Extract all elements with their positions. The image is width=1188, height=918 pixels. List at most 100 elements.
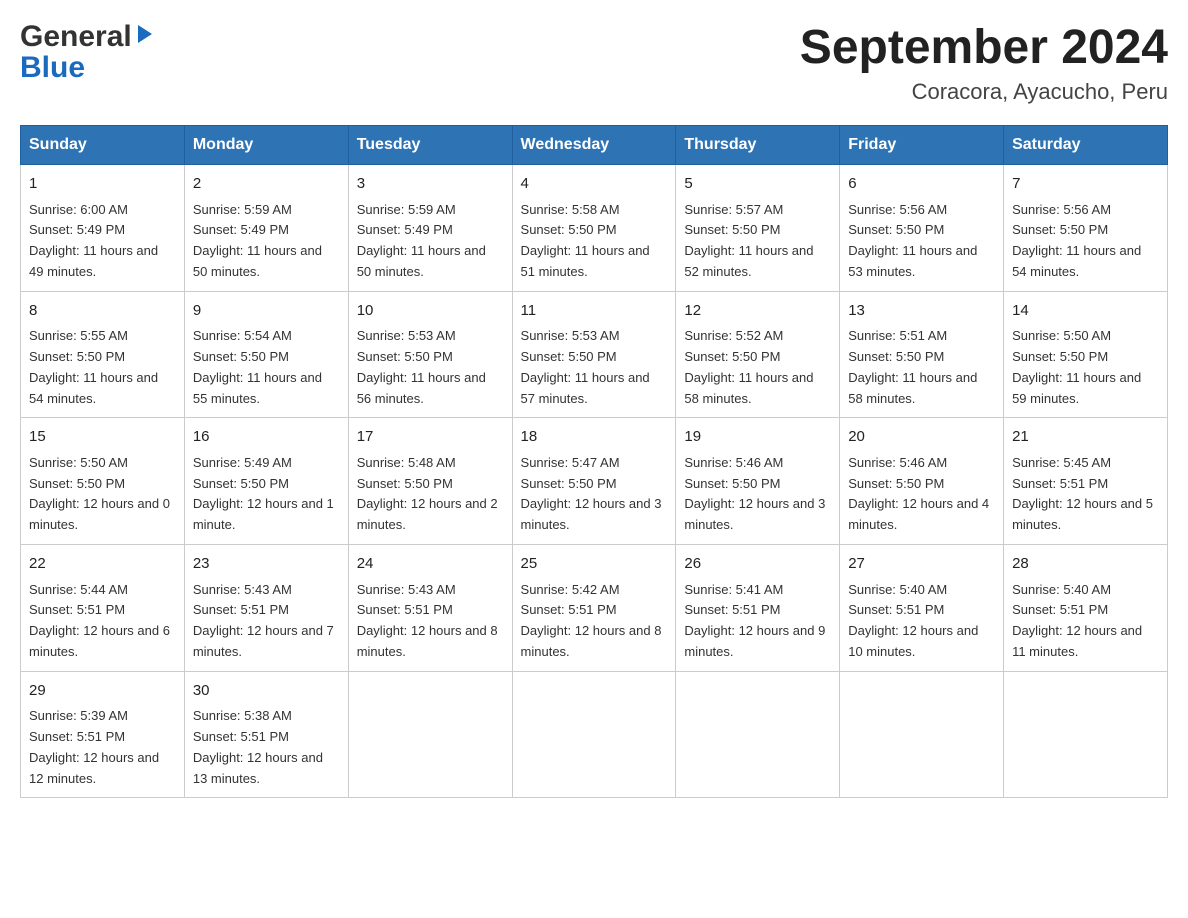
day-info: Sunrise: 5:42 AM Sunset: 5:51 PM Dayligh… xyxy=(521,580,668,663)
logo: General Blue xyxy=(20,20,156,85)
day-info: Sunrise: 5:47 AM Sunset: 5:50 PM Dayligh… xyxy=(521,453,668,536)
day-info: Sunrise: 5:44 AM Sunset: 5:51 PM Dayligh… xyxy=(29,580,176,663)
day-number: 8 xyxy=(29,300,176,323)
table-row: 20 Sunrise: 5:46 AM Sunset: 5:50 PM Dayl… xyxy=(840,418,1004,545)
day-number: 27 xyxy=(848,553,995,576)
day-number: 17 xyxy=(357,426,504,449)
page-header: General Blue September 2024 Coracora, Ay… xyxy=(20,20,1168,105)
table-row: 8 Sunrise: 5:55 AM Sunset: 5:50 PM Dayli… xyxy=(21,291,185,418)
day-info: Sunrise: 5:51 AM Sunset: 5:50 PM Dayligh… xyxy=(848,326,995,409)
calendar-subtitle: Coracora, Ayacucho, Peru xyxy=(800,79,1168,105)
table-row xyxy=(840,671,1004,798)
day-number: 1 xyxy=(29,173,176,196)
table-row: 10 Sunrise: 5:53 AM Sunset: 5:50 PM Dayl… xyxy=(348,291,512,418)
day-number: 26 xyxy=(684,553,831,576)
table-row: 6 Sunrise: 5:56 AM Sunset: 5:50 PM Dayli… xyxy=(840,165,1004,292)
table-row: 29 Sunrise: 5:39 AM Sunset: 5:51 PM Dayl… xyxy=(21,671,185,798)
day-info: Sunrise: 5:43 AM Sunset: 5:51 PM Dayligh… xyxy=(193,580,340,663)
day-info: Sunrise: 5:45 AM Sunset: 5:51 PM Dayligh… xyxy=(1012,453,1159,536)
table-row: 4 Sunrise: 5:58 AM Sunset: 5:50 PM Dayli… xyxy=(512,165,676,292)
day-number: 12 xyxy=(684,300,831,323)
day-number: 19 xyxy=(684,426,831,449)
day-number: 10 xyxy=(357,300,504,323)
header-monday: Monday xyxy=(184,126,348,165)
table-row: 18 Sunrise: 5:47 AM Sunset: 5:50 PM Dayl… xyxy=(512,418,676,545)
day-info: Sunrise: 5:39 AM Sunset: 5:51 PM Dayligh… xyxy=(29,706,176,789)
table-row: 2 Sunrise: 5:59 AM Sunset: 5:49 PM Dayli… xyxy=(184,165,348,292)
table-row: 26 Sunrise: 5:41 AM Sunset: 5:51 PM Dayl… xyxy=(676,545,840,672)
day-number: 28 xyxy=(1012,553,1159,576)
table-row: 11 Sunrise: 5:53 AM Sunset: 5:50 PM Dayl… xyxy=(512,291,676,418)
day-number: 3 xyxy=(357,173,504,196)
table-row xyxy=(348,671,512,798)
table-row: 9 Sunrise: 5:54 AM Sunset: 5:50 PM Dayli… xyxy=(184,291,348,418)
table-row xyxy=(512,671,676,798)
day-number: 29 xyxy=(29,680,176,703)
day-number: 18 xyxy=(521,426,668,449)
calendar-header-row: Sunday Monday Tuesday Wednesday Thursday… xyxy=(21,126,1168,165)
logo-arrow-icon xyxy=(134,23,156,45)
day-number: 9 xyxy=(193,300,340,323)
table-row: 30 Sunrise: 5:38 AM Sunset: 5:51 PM Dayl… xyxy=(184,671,348,798)
day-info: Sunrise: 5:40 AM Sunset: 5:51 PM Dayligh… xyxy=(1012,580,1159,663)
calendar-table: Sunday Monday Tuesday Wednesday Thursday… xyxy=(20,125,1168,798)
day-number: 2 xyxy=(193,173,340,196)
day-info: Sunrise: 5:53 AM Sunset: 5:50 PM Dayligh… xyxy=(521,326,668,409)
day-number: 5 xyxy=(684,173,831,196)
day-number: 22 xyxy=(29,553,176,576)
day-number: 6 xyxy=(848,173,995,196)
day-number: 24 xyxy=(357,553,504,576)
day-info: Sunrise: 5:55 AM Sunset: 5:50 PM Dayligh… xyxy=(29,326,176,409)
day-number: 30 xyxy=(193,680,340,703)
logo-word-blue: Blue xyxy=(20,51,85,84)
table-row: 7 Sunrise: 5:56 AM Sunset: 5:50 PM Dayli… xyxy=(1004,165,1168,292)
day-info: Sunrise: 5:58 AM Sunset: 5:50 PM Dayligh… xyxy=(521,200,668,283)
header-tuesday: Tuesday xyxy=(348,126,512,165)
table-row: 1 Sunrise: 6:00 AM Sunset: 5:49 PM Dayli… xyxy=(21,165,185,292)
day-info: Sunrise: 6:00 AM Sunset: 5:49 PM Dayligh… xyxy=(29,200,176,283)
header-sunday: Sunday xyxy=(21,126,185,165)
table-row xyxy=(1004,671,1168,798)
day-info: Sunrise: 5:56 AM Sunset: 5:50 PM Dayligh… xyxy=(1012,200,1159,283)
header-friday: Friday xyxy=(840,126,1004,165)
table-row: 5 Sunrise: 5:57 AM Sunset: 5:50 PM Dayli… xyxy=(676,165,840,292)
table-row: 17 Sunrise: 5:48 AM Sunset: 5:50 PM Dayl… xyxy=(348,418,512,545)
day-info: Sunrise: 5:57 AM Sunset: 5:50 PM Dayligh… xyxy=(684,200,831,283)
table-row: 22 Sunrise: 5:44 AM Sunset: 5:51 PM Dayl… xyxy=(21,545,185,672)
day-info: Sunrise: 5:41 AM Sunset: 5:51 PM Dayligh… xyxy=(684,580,831,663)
day-number: 7 xyxy=(1012,173,1159,196)
calendar-title: September 2024 xyxy=(800,20,1168,75)
table-row: 3 Sunrise: 5:59 AM Sunset: 5:49 PM Dayli… xyxy=(348,165,512,292)
table-row: 19 Sunrise: 5:46 AM Sunset: 5:50 PM Dayl… xyxy=(676,418,840,545)
logo-word-general: General xyxy=(20,20,132,53)
day-number: 11 xyxy=(521,300,668,323)
table-row: 21 Sunrise: 5:45 AM Sunset: 5:51 PM Dayl… xyxy=(1004,418,1168,545)
table-row xyxy=(676,671,840,798)
day-number: 16 xyxy=(193,426,340,449)
header-thursday: Thursday xyxy=(676,126,840,165)
day-number: 15 xyxy=(29,426,176,449)
day-info: Sunrise: 5:40 AM Sunset: 5:51 PM Dayligh… xyxy=(848,580,995,663)
table-row: 27 Sunrise: 5:40 AM Sunset: 5:51 PM Dayl… xyxy=(840,545,1004,672)
day-info: Sunrise: 5:54 AM Sunset: 5:50 PM Dayligh… xyxy=(193,326,340,409)
day-info: Sunrise: 5:52 AM Sunset: 5:50 PM Dayligh… xyxy=(684,326,831,409)
day-number: 23 xyxy=(193,553,340,576)
day-number: 25 xyxy=(521,553,668,576)
table-row: 28 Sunrise: 5:40 AM Sunset: 5:51 PM Dayl… xyxy=(1004,545,1168,672)
day-number: 21 xyxy=(1012,426,1159,449)
day-number: 4 xyxy=(521,173,668,196)
table-row: 25 Sunrise: 5:42 AM Sunset: 5:51 PM Dayl… xyxy=(512,545,676,672)
day-info: Sunrise: 5:46 AM Sunset: 5:50 PM Dayligh… xyxy=(848,453,995,536)
day-info: Sunrise: 5:59 AM Sunset: 5:49 PM Dayligh… xyxy=(193,200,340,283)
day-info: Sunrise: 5:53 AM Sunset: 5:50 PM Dayligh… xyxy=(357,326,504,409)
day-info: Sunrise: 5:46 AM Sunset: 5:50 PM Dayligh… xyxy=(684,453,831,536)
day-number: 14 xyxy=(1012,300,1159,323)
day-info: Sunrise: 5:49 AM Sunset: 5:50 PM Dayligh… xyxy=(193,453,340,536)
day-info: Sunrise: 5:38 AM Sunset: 5:51 PM Dayligh… xyxy=(193,706,340,789)
table-row: 16 Sunrise: 5:49 AM Sunset: 5:50 PM Dayl… xyxy=(184,418,348,545)
day-info: Sunrise: 5:59 AM Sunset: 5:49 PM Dayligh… xyxy=(357,200,504,283)
header-wednesday: Wednesday xyxy=(512,126,676,165)
day-info: Sunrise: 5:50 AM Sunset: 5:50 PM Dayligh… xyxy=(1012,326,1159,409)
table-row: 13 Sunrise: 5:51 AM Sunset: 5:50 PM Dayl… xyxy=(840,291,1004,418)
title-block: September 2024 Coracora, Ayacucho, Peru xyxy=(800,20,1168,105)
